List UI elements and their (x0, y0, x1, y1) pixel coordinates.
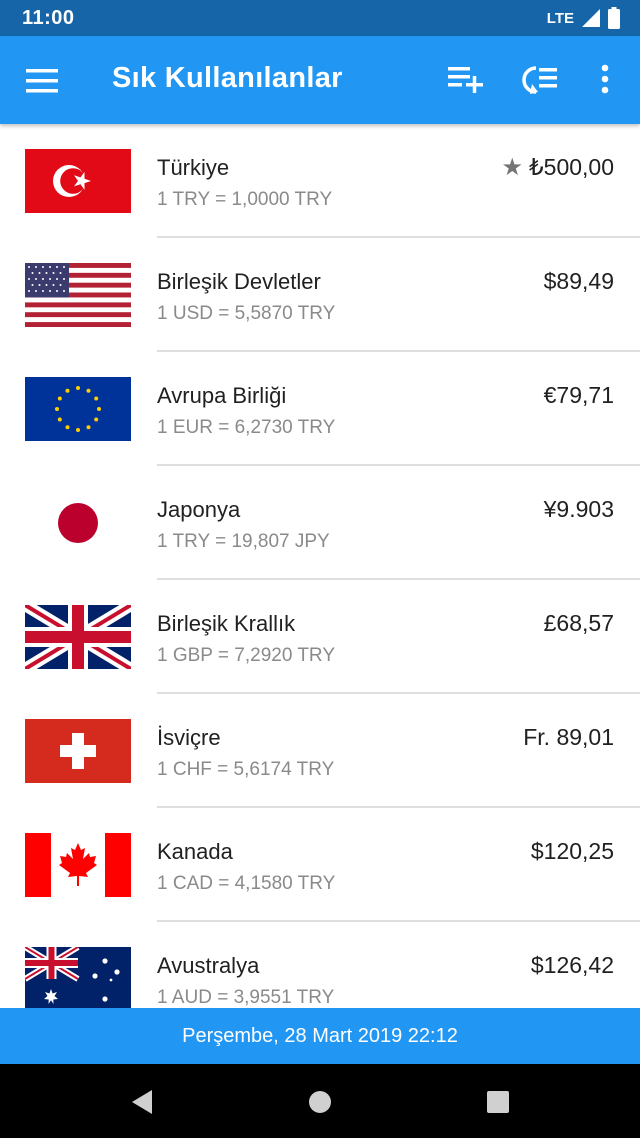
country-name: İsviçre (157, 725, 221, 750)
star-icon: ★ (501, 153, 524, 181)
country-name: Avustralya (157, 953, 260, 978)
country-name: Japonya (157, 497, 241, 522)
system-nav-bar (0, 1064, 640, 1138)
amount-group: Fr. 89,01 (523, 724, 614, 751)
currency-row[interactable]: Birleşik Devletler 1 USD = 5,5870 TRY $8… (0, 238, 640, 352)
country-name: Avrupa Birliği (157, 383, 287, 408)
menu-button[interactable] (26, 68, 60, 94)
last-updated-date: Perşembe, 28 Mart 2019 22:12 (182, 1024, 458, 1047)
home-icon (309, 1091, 331, 1113)
amount-group: $120,25 (531, 838, 614, 865)
converted-amount: ₺500,00 (529, 154, 614, 180)
converted-amount: $89,49 (543, 268, 614, 294)
amount-group: ¥9.903 (544, 496, 614, 523)
currency-row[interactable]: Kanada 1 CAD = 4,1580 TRY $120,25 (0, 808, 640, 922)
country-name: Birleşik Krallık (157, 611, 296, 636)
amount-group: $126,42 (531, 952, 614, 979)
currency-row[interactable]: Japonya 1 TRY = 19,807 JPY ¥9.903 (0, 466, 640, 580)
exchange-rate: 1 CAD = 4,1580 TRY (157, 873, 336, 894)
reorder-icon (522, 66, 557, 94)
more-options-button[interactable] (588, 62, 622, 98)
recents-icon (487, 1091, 509, 1113)
converted-amount: €79,71 (543, 382, 614, 408)
converted-amount: $120,25 (530, 838, 614, 864)
app-bar: Sık Kullanılanlar (0, 36, 640, 124)
exchange-rate: 1 TRY = 19,807 JPY (157, 531, 330, 552)
uk-flag-icon (25, 605, 131, 669)
currency-row[interactable]: Türkiye 1 TRY = 1,0000 TRY ★ ₺500,00 (0, 124, 640, 238)
reorder-button[interactable] (522, 62, 562, 98)
turkey-flag-icon (25, 149, 131, 213)
converted-amount: $126,42 (530, 952, 614, 978)
last-updated-bar: Perşembe, 28 Mart 2019 22:12 (0, 1008, 640, 1064)
country-name: Kanada (157, 839, 233, 864)
recents-button[interactable] (484, 1088, 512, 1116)
more-vert-icon (601, 64, 609, 94)
playlist-add-icon (448, 67, 483, 93)
amount-group: €79,71 (544, 382, 614, 409)
network-type: LTE (546, 9, 574, 27)
australia-flag-icon (25, 947, 131, 1008)
converted-amount: £68,57 (543, 610, 614, 636)
exchange-rate: 1 EUR = 6,2730 TRY (157, 417, 336, 438)
status-bar: 11:00 LTE (0, 0, 640, 36)
exchange-rate: 1 AUD = 3,9551 TRY (157, 987, 335, 1008)
usa-flag-icon (25, 263, 131, 327)
status-time: 11:00 (22, 6, 75, 29)
switzerland-flag-icon (25, 719, 131, 783)
status-icons: LTE (547, 7, 620, 29)
eu-flag-icon (25, 377, 131, 441)
canada-flag-icon (25, 833, 131, 897)
page-title: Sık Kullanılanlar (112, 62, 343, 94)
back-icon (132, 1090, 152, 1114)
exchange-rate: 1 GBP = 7,2920 TRY (157, 645, 335, 666)
signal-icon (582, 9, 600, 27)
currency-list[interactable]: Türkiye 1 TRY = 1,0000 TRY ★ ₺500,00 Bir… (0, 124, 640, 1008)
converted-amount: ¥9.903 (543, 496, 614, 522)
currency-row[interactable]: Avrupa Birliği 1 EUR = 6,2730 TRY €79,71 (0, 352, 640, 466)
menu-icon (26, 69, 58, 93)
amount-group: $89,49 (544, 268, 614, 295)
amount-group: ★ ₺500,00 (502, 154, 615, 181)
add-currency-button[interactable] (446, 62, 486, 98)
currency-row[interactable]: Avustralya 1 AUD = 3,9551 TRY $126,42 (0, 922, 640, 1008)
amount-group: £68,57 (544, 610, 614, 637)
exchange-rate: 1 USD = 5,5870 TRY (157, 303, 336, 324)
currency-row[interactable]: Birleşik Krallık 1 GBP = 7,2920 TRY £68,… (0, 580, 640, 694)
battery-icon (608, 7, 620, 29)
japan-flag-icon (25, 491, 131, 555)
converted-amount: Fr. 89,01 (523, 724, 614, 750)
country-name: Birleşik Devletler (157, 269, 321, 294)
currency-row[interactable]: İsviçre 1 CHF = 5,6174 TRY Fr. 89,01 (0, 694, 640, 808)
exchange-rate: 1 CHF = 5,6174 TRY (157, 759, 335, 780)
exchange-rate: 1 TRY = 1,0000 TRY (157, 189, 333, 210)
back-button[interactable] (128, 1088, 156, 1116)
home-button[interactable] (306, 1088, 334, 1116)
country-name: Türkiye (157, 155, 230, 180)
